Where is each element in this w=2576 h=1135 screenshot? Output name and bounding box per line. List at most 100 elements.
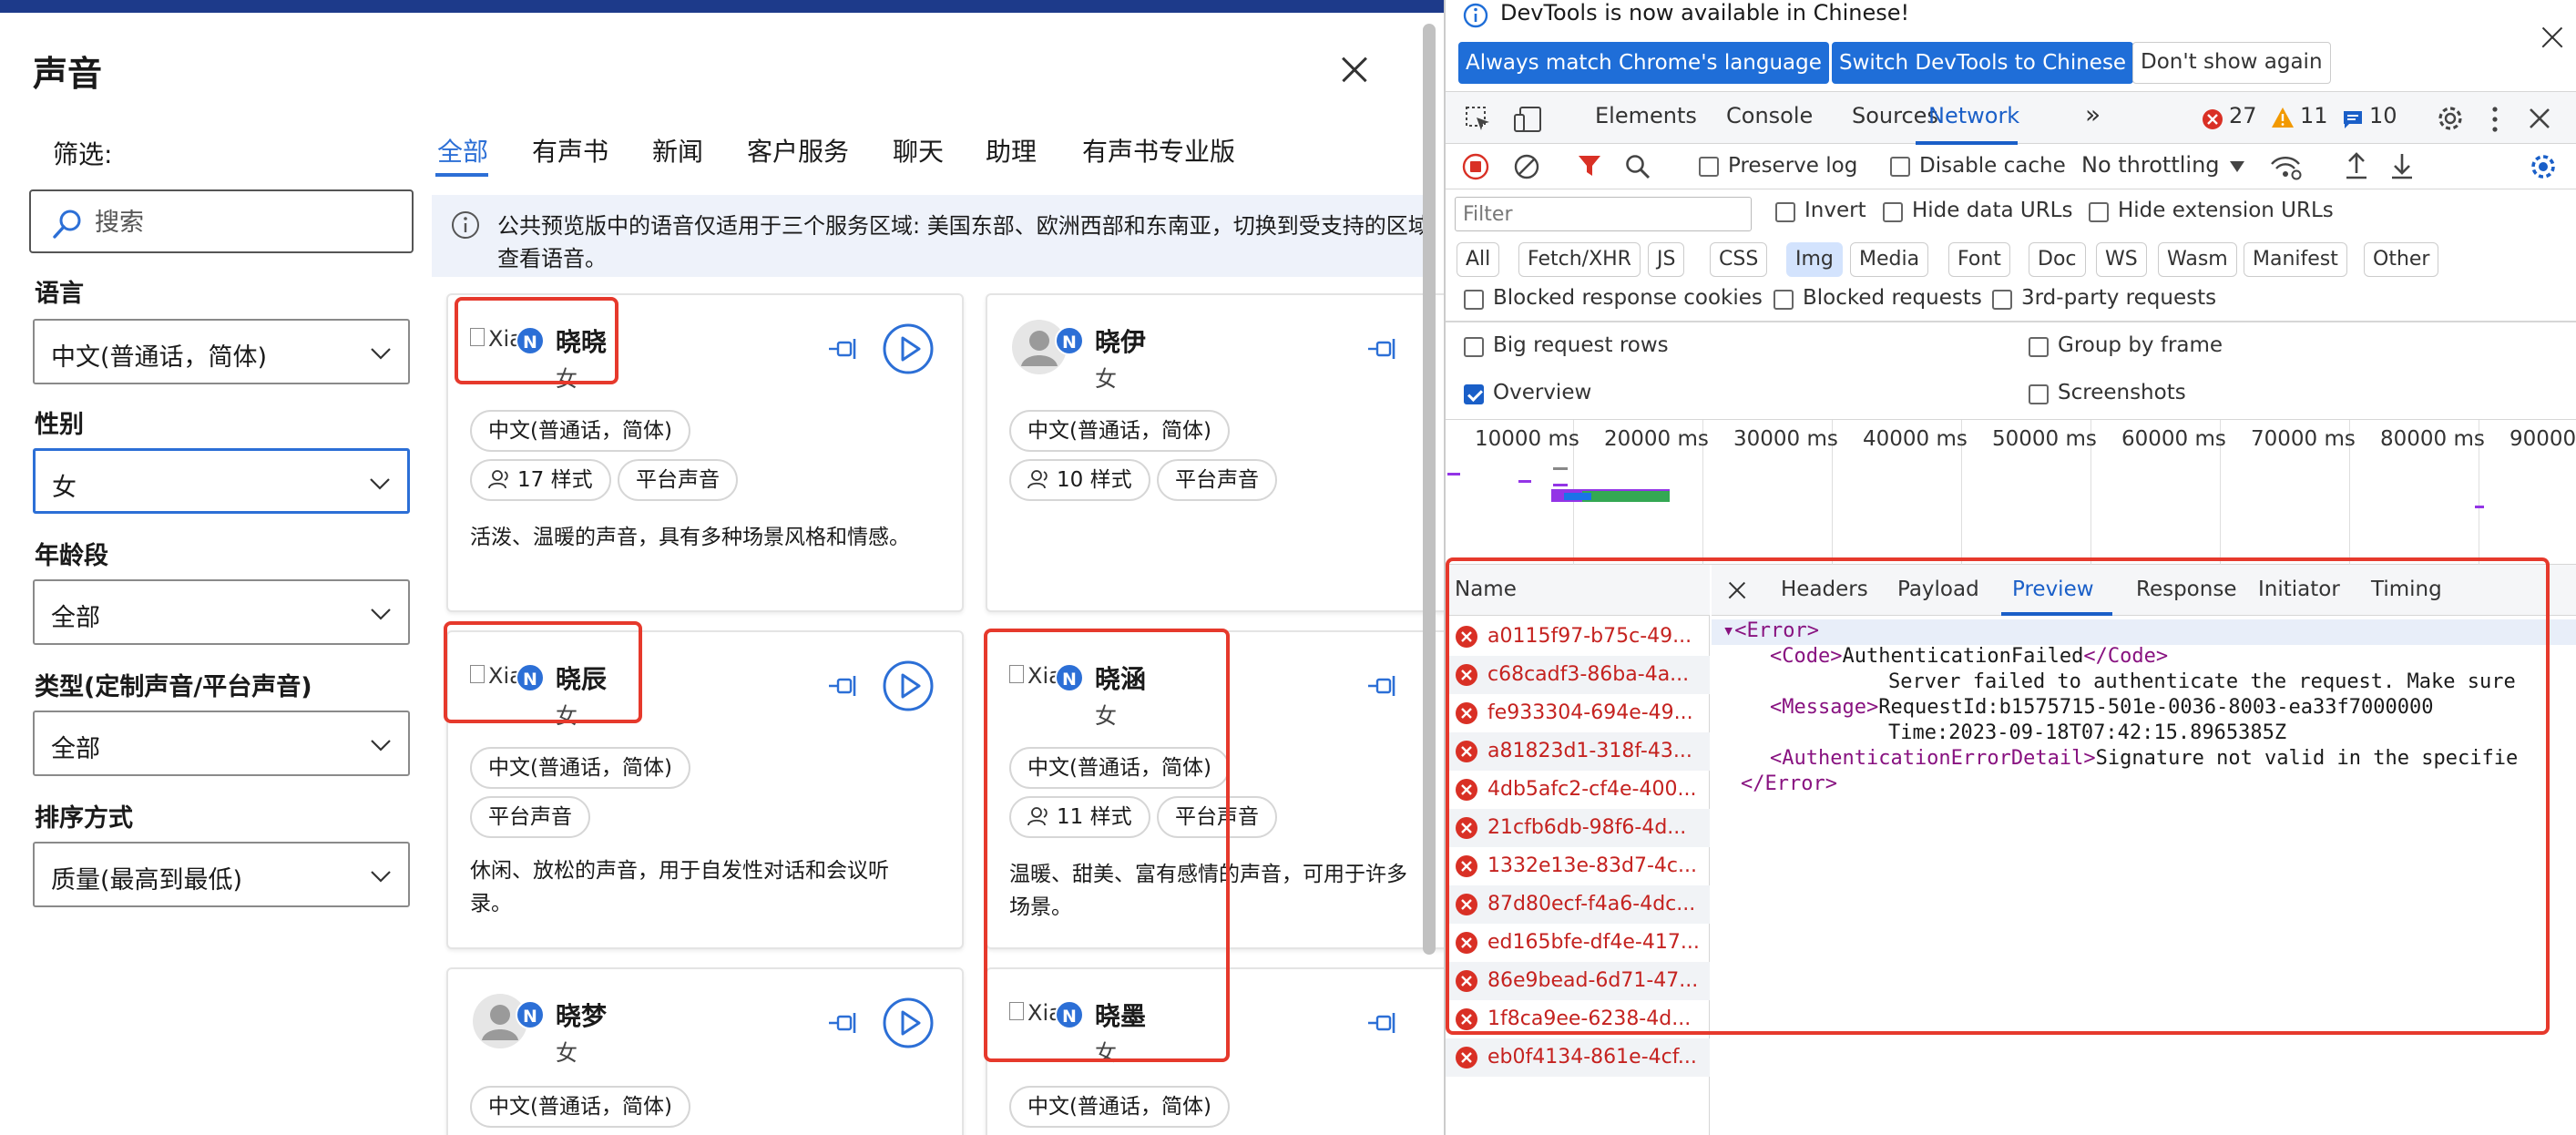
big-rows-checkbox[interactable] xyxy=(1464,337,1484,357)
request-row[interactable]: eb0f4134-861e-4cf... xyxy=(1446,1038,1710,1077)
more-tabs-icon[interactable]: » xyxy=(2085,99,2101,129)
tab-news[interactable]: 新闻 xyxy=(652,132,703,169)
network-conditions-icon[interactable] xyxy=(2269,153,2302,180)
language-dropdown[interactable]: 中文(普通话，简体) xyxy=(33,319,410,384)
age-dropdown[interactable]: 全部 xyxy=(33,579,410,645)
tab-console[interactable]: Console xyxy=(1726,103,1813,128)
gear-icon[interactable] xyxy=(2435,103,2466,134)
network-settings-gear-icon[interactable] xyxy=(2528,151,2559,182)
type-filter-js[interactable]: JS xyxy=(1648,242,1685,277)
preserve-log-checkbox[interactable] xyxy=(1699,157,1719,177)
request-row[interactable]: 4db5afc2-cf4e-400... xyxy=(1446,771,1710,809)
request-row[interactable]: a0115f97-b75c-49... xyxy=(1446,618,1710,656)
device-toolbar-icon[interactable] xyxy=(1513,105,1544,134)
invert-checkbox[interactable] xyxy=(1775,202,1795,222)
type-filter-doc[interactable]: Doc xyxy=(2029,242,2086,277)
xml-line[interactable]: Time:2023-09-18T07:42:15.8965385Z xyxy=(1888,721,2286,747)
tab-chat[interactable]: 聊天 xyxy=(893,132,944,169)
voice-card[interactable]: N 晓伊 女 中文(普通话，简体) 10 样式 平台声音 xyxy=(986,293,1444,612)
close-detail-icon[interactable] xyxy=(1726,579,1748,601)
search-box[interactable] xyxy=(29,189,414,253)
close-panel-button[interactable] xyxy=(1334,49,1375,89)
error-count[interactable]: 27 xyxy=(2229,103,2257,128)
blocked-requests-checkbox[interactable] xyxy=(1774,290,1794,310)
filter-funnel-icon[interactable] xyxy=(1577,153,1602,179)
request-row[interactable]: 86e9bead-6d71-47... xyxy=(1446,962,1710,1000)
group-by-frame-checkbox[interactable] xyxy=(2029,337,2049,357)
export-har-icon[interactable] xyxy=(2389,151,2415,180)
type-filter-all[interactable]: All xyxy=(1457,242,1500,277)
type-filter-other[interactable]: Other xyxy=(2364,242,2439,277)
warning-count[interactable]: 11 xyxy=(2300,103,2328,128)
type-filter-ws[interactable]: WS xyxy=(2096,242,2147,277)
type-filter-media[interactable]: Media xyxy=(1850,242,1929,277)
throttling-select[interactable]: No throttling xyxy=(2081,152,2220,178)
filter-input[interactable] xyxy=(1455,197,1752,231)
play-icon[interactable] xyxy=(882,322,935,375)
inspect-element-icon[interactable] xyxy=(1464,105,1493,134)
voice-card[interactable]: Xia N 晓辰 女 中文(普通话，简体) 平台声音 休闲、放松的声音，用于自发… xyxy=(446,630,964,949)
search-input[interactable] xyxy=(93,200,403,244)
type-filter-wasm[interactable]: Wasm xyxy=(2158,242,2237,277)
switch-language-button[interactable]: Switch DevTools to Chinese xyxy=(1832,42,2134,84)
request-row[interactable]: ed165bfe-df4e-417... xyxy=(1446,924,1710,962)
import-har-icon[interactable] xyxy=(2344,151,2369,180)
screenshots-checkbox[interactable] xyxy=(2029,384,2049,404)
kebab-menu-icon[interactable] xyxy=(2489,105,2500,134)
tab-initiator[interactable]: Initiator xyxy=(2258,578,2340,601)
match-language-button[interactable]: Always match Chrome's language xyxy=(1458,42,1829,84)
dont-show-again-button[interactable]: Don't show again xyxy=(2132,42,2331,84)
type-filter-fetch-xhr[interactable]: Fetch/XHR xyxy=(1518,242,1641,277)
request-row[interactable]: c68cadf3-86ba-4a... xyxy=(1446,656,1710,694)
tab-audiobook[interactable]: 有声书 xyxy=(532,132,608,169)
hide-extension-urls-checkbox[interactable] xyxy=(2089,202,2109,222)
play-icon[interactable] xyxy=(882,660,935,712)
message-count[interactable]: 10 xyxy=(2369,103,2397,128)
play-icon[interactable] xyxy=(882,997,935,1049)
tab-response[interactable]: Response xyxy=(2136,578,2236,601)
tab-network[interactable]: Network xyxy=(1928,103,2019,128)
type-filter-img[interactable]: Img xyxy=(1786,242,1843,277)
xml-line[interactable]: Server failed to authenticate the reques… xyxy=(1888,670,2516,696)
xml-line[interactable]: <Code>AuthenticationFailed</Code> xyxy=(1770,645,2168,670)
close-devtools-icon[interactable] xyxy=(2528,107,2551,130)
voice-card[interactable]: Xia N 晓晓 女 中文(普通话，简体) 17 样式 平台声音 活泼、温暖的声… xyxy=(446,293,964,612)
tab-sources[interactable]: Sources xyxy=(1852,103,1938,128)
tab-all[interactable]: 全部 xyxy=(437,132,488,169)
xml-line[interactable]: ▾<Error> xyxy=(1722,619,1819,645)
tab-audiobook-pro[interactable]: 有声书专业版 xyxy=(1082,132,1235,169)
third-party-checkbox[interactable] xyxy=(1992,290,2012,310)
type-filter-css[interactable]: CSS xyxy=(1710,242,1768,277)
request-row[interactable]: 1332e13e-83d7-4c... xyxy=(1446,847,1710,885)
xml-line[interactable]: <Message>RequestId:b1575715-501e-0036-80… xyxy=(1770,696,2434,721)
record-stop-icon[interactable] xyxy=(1462,153,1489,180)
request-list-header[interactable]: Name xyxy=(1446,565,1710,616)
xml-line[interactable]: <AuthenticationErrorDetail>Signature not… xyxy=(1770,747,2518,772)
voice-card[interactable]: N 晓梦 女 中文(普通话，简体) xyxy=(446,967,964,1135)
disable-cache-checkbox[interactable] xyxy=(1890,157,1910,177)
type-filter-manifest[interactable]: Manifest xyxy=(2244,242,2347,277)
request-row[interactable]: 1f8ca9ee-6238-4d... xyxy=(1446,1000,1710,1038)
pin-icon[interactable] xyxy=(827,335,860,363)
voice-card[interactable]: Xia N 晓涵 女 中文(普通话，简体) 11 样式 平台声音 温暖、甜美、富… xyxy=(986,630,1444,949)
caret-down-icon[interactable] xyxy=(2229,160,2245,173)
gender-dropdown[interactable]: 女 xyxy=(33,448,410,514)
close-infobar-icon[interactable] xyxy=(2539,24,2566,51)
pin-icon[interactable] xyxy=(1366,335,1399,363)
request-row[interactable]: 87d80ecf-f4a6-4dc... xyxy=(1446,885,1710,924)
type-filter-font[interactable]: Font xyxy=(1948,242,2010,277)
tab-elements[interactable]: Elements xyxy=(1595,103,1697,128)
request-row[interactable]: fe933304-694e-49... xyxy=(1446,694,1710,732)
pin-icon[interactable] xyxy=(827,1009,860,1037)
xml-line[interactable]: </Error> xyxy=(1741,772,1837,798)
pin-icon[interactable] xyxy=(827,672,860,700)
type-dropdown[interactable]: 全部 xyxy=(33,711,410,776)
blocked-cookies-checkbox[interactable] xyxy=(1464,290,1484,310)
voice-card[interactable]: Xia N 晓墨 女 中文(普通话，简体) xyxy=(986,967,1444,1135)
request-row[interactable]: a81823d1-318f-43... xyxy=(1446,732,1710,771)
tab-headers[interactable]: Headers xyxy=(1781,578,1868,601)
network-overview-timeline[interactable]: 10000 ms 20000 ms 30000 ms 40000 ms 5000… xyxy=(1446,419,2576,566)
tab-timing[interactable]: Timing xyxy=(2371,578,2442,601)
tab-customer-service[interactable]: 客户服务 xyxy=(747,132,849,169)
scrollbar[interactable] xyxy=(1423,24,1436,955)
